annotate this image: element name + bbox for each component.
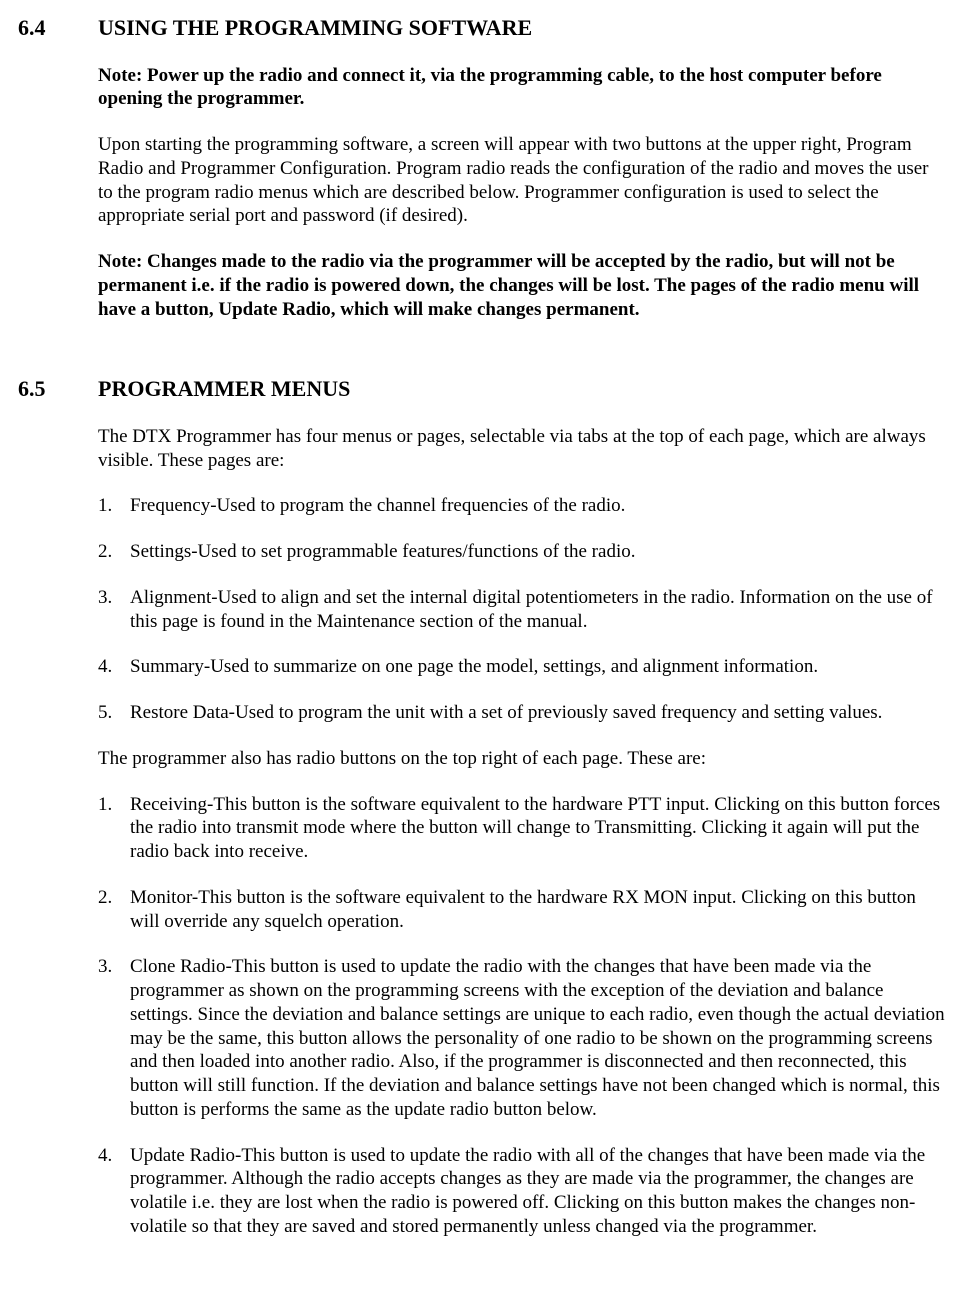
ordered-list-pages: 1. Frequency-Used to program the channel…	[98, 494, 948, 725]
list-marker: 3.	[98, 955, 130, 979]
list-text: Update Radio-This button is used to upda…	[130, 1144, 948, 1239]
list-marker: 1.	[98, 494, 130, 518]
list-marker: 2.	[98, 540, 130, 564]
list-marker: 4.	[98, 1144, 130, 1168]
list-item: 3. Clone Radio-This button is used to up…	[98, 955, 948, 1121]
list-marker: 1.	[98, 793, 130, 817]
ordered-list-buttons: 1. Receiving-This button is the software…	[98, 793, 948, 1239]
list-text: Clone Radio-This button is used to updat…	[130, 955, 948, 1121]
section-heading-6-4: 6.4 USING THE PROGRAMMING SOFTWARE	[18, 14, 954, 42]
list-text: Receiving-This button is the software eq…	[130, 793, 948, 864]
section-number: 6.5	[18, 375, 98, 403]
list-item: 5. Restore Data-Used to program the unit…	[98, 701, 948, 725]
list-item: 2. Monitor-This button is the software e…	[98, 886, 948, 934]
section-number: 6.4	[18, 14, 98, 42]
list-marker: 5.	[98, 701, 130, 725]
list-text: Restore Data-Used to program the unit wi…	[130, 701, 948, 725]
body-paragraph: The DTX Programmer has four menus or pag…	[98, 425, 948, 473]
list-item: 1. Frequency-Used to program the channel…	[98, 494, 948, 518]
list-text: Alignment-Used to align and set the inte…	[130, 586, 948, 634]
section-title: USING THE PROGRAMMING SOFTWARE	[98, 14, 532, 42]
list-item: 3. Alignment-Used to align and set the i…	[98, 586, 948, 634]
list-marker: 3.	[98, 586, 130, 610]
list-item: 4. Update Radio-This button is used to u…	[98, 1144, 948, 1239]
section-heading-6-5: 6.5 PROGRAMMER MENUS	[18, 375, 954, 403]
note-text: Note: Power up the radio and connect it,…	[98, 64, 948, 112]
list-text: Settings-Used to set programmable featur…	[130, 540, 948, 564]
list-text: Monitor-This button is the software equi…	[130, 886, 948, 934]
list-item: 2. Settings-Used to set programmable fea…	[98, 540, 948, 564]
body-paragraph: The programmer also has radio buttons on…	[98, 747, 948, 771]
list-marker: 4.	[98, 655, 130, 679]
list-marker: 2.	[98, 886, 130, 910]
note-text: Note: Changes made to the radio via the …	[98, 250, 948, 321]
body-paragraph: Upon starting the programming software, …	[98, 133, 948, 228]
section-title: PROGRAMMER MENUS	[98, 375, 350, 403]
list-text: Frequency-Used to program the channel fr…	[130, 494, 948, 518]
list-text: Summary-Used to summarize on one page th…	[130, 655, 948, 679]
list-item: 1. Receiving-This button is the software…	[98, 793, 948, 864]
list-item: 4. Summary-Used to summarize on one page…	[98, 655, 948, 679]
